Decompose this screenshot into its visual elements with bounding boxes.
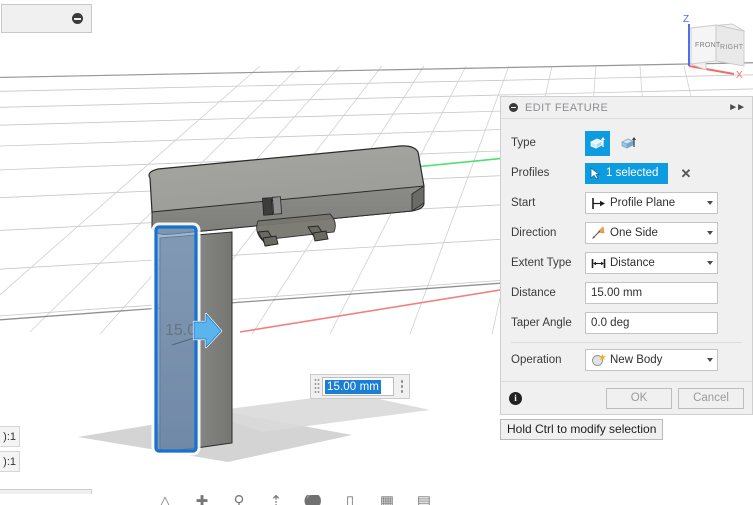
new-body-icon (590, 352, 606, 368)
taper-angle-label: Taper Angle (511, 317, 572, 329)
extent-type-value: Distance (610, 257, 655, 269)
canvas-dimension-text: 15.0 (165, 322, 196, 339)
start-dropdown[interactable]: Profile Plane (585, 192, 718, 214)
viewports-icon[interactable]: ▦ (377, 495, 397, 505)
distance-input[interactable]: 15.00 mm (585, 282, 718, 304)
svg-text:Z: Z (683, 14, 689, 25)
chevron-down-icon[interactable] (707, 201, 713, 205)
row-profiles: Profiles 1 selected ✕ (511, 158, 742, 188)
row-operation: Operation New Body (511, 345, 742, 375)
minus-circle-icon[interactable] (509, 103, 518, 112)
cursor-arrow-icon (590, 166, 601, 180)
pan-icon[interactable]: ✚ (192, 495, 212, 505)
canvas-distance-input[interactable]: 15.00 mm (322, 377, 394, 396)
row-taper-angle: Taper Angle 0.0 deg (511, 308, 742, 338)
profiles-label: Profiles (511, 167, 550, 179)
dialog-body: Type Profiles 1 selected ✕ Start Profile… (501, 119, 752, 381)
orbit-icon[interactable]: △ (155, 495, 175, 505)
taper-angle-input[interactable]: 0.0 deg (585, 312, 718, 334)
direction-dropdown[interactable]: One Side (585, 222, 718, 244)
browser-tree-item-label: ):1 (3, 430, 16, 443)
row-type: Type (511, 128, 742, 158)
canvas-distance-value: 15.00 mm (325, 379, 381, 394)
extrude-profile-icon[interactable] (585, 130, 610, 156)
zoom-icon[interactable]: ⚲ (229, 495, 249, 505)
grid-snap-icon[interactable]: ▯ (340, 495, 360, 505)
direction-value: One Side (610, 227, 658, 239)
browser-tree-item-label: ):1 (3, 455, 16, 468)
canvas-dimension-widget[interactable]: 15.00 mm (310, 374, 410, 399)
operation-dropdown[interactable]: New Body (585, 349, 718, 371)
dialog-divider (511, 342, 742, 343)
bottom-toolbar-icons: △ ✚ ⚲ ⇡ ⚫ ▯ ▦ ▤ (155, 495, 434, 505)
row-distance: Distance 15.00 mm (511, 278, 742, 308)
distance-label: Distance (511, 287, 556, 299)
svg-text:X: X (736, 70, 743, 81)
profiles-chip-text: 1 selected (606, 167, 659, 179)
drag-grip-icon[interactable] (314, 378, 320, 395)
viewport-toolbar-panel[interactable] (1, 4, 92, 33)
type-label: Type (511, 137, 536, 149)
layout-icon[interactable]: ▤ (414, 495, 434, 505)
dialog-title: EDIT FEATURE (525, 101, 609, 114)
browser-tree-item[interactable]: ):1 (0, 426, 20, 447)
chevron-down-icon[interactable] (707, 231, 713, 235)
direction-label: Direction (511, 227, 557, 239)
info-icon[interactable]: i (509, 391, 522, 405)
fit-icon[interactable]: ⇡ (266, 495, 286, 505)
svg-text:FRONT: FRONT (695, 42, 721, 49)
view-cube[interactable]: Z X FRONT RIGHT (672, 4, 753, 84)
display-settings-icon[interactable]: ⚫ (303, 495, 323, 505)
dialog-header[interactable]: EDIT FEATURE ►► (501, 97, 752, 119)
svg-text:RIGHT: RIGHT (720, 44, 744, 51)
more-options-icon[interactable] (400, 379, 405, 394)
row-direction: Direction One Side (511, 218, 742, 248)
start-value: Profile Plane (610, 197, 676, 209)
taper-angle-value: 0.0 deg (591, 317, 630, 329)
distance-value: 15.00 mm (591, 287, 643, 299)
row-start: Start Profile Plane (511, 188, 742, 218)
start-label: Start (511, 197, 536, 209)
distance-arrows-icon (590, 255, 606, 271)
cancel-button[interactable]: Cancel (678, 387, 744, 409)
fusion-360-window: 15.0 Z X FRONT RIGHT):1):1 15.00 mm ED… (0, 0, 753, 505)
one-side-arrow-icon (590, 225, 606, 241)
ok-button[interactable]: OK (606, 387, 672, 409)
operation-value: New Body (610, 354, 663, 366)
extrude-surface-icon[interactable] (616, 131, 641, 156)
close-x-icon[interactable]: ✕ (680, 167, 691, 180)
extent-type-label: Extent Type (511, 257, 572, 269)
chevron-down-icon[interactable] (707, 261, 713, 265)
operation-label: Operation (511, 354, 562, 366)
double-chevron-right-icon[interactable]: ►► (728, 102, 746, 113)
edit-feature-dialog[interactable]: EDIT FEATURE ►► Type Profiles 1 selected… (500, 96, 753, 415)
profile-plane-icon (590, 195, 606, 211)
dialog-footer: i OK Cancel (501, 381, 752, 414)
extent-type-dropdown[interactable]: Distance (585, 252, 718, 274)
profiles-selection-chip[interactable]: 1 selected (585, 162, 669, 184)
browser-tree-item[interactable]: ):1 (0, 451, 20, 472)
selection-hint-tooltip: Hold Ctrl to modify selection (500, 419, 664, 440)
minus-circle-icon[interactable] (72, 13, 83, 24)
row-extent-type: Extent Type Distance (511, 248, 742, 278)
chevron-down-icon[interactable] (707, 358, 713, 362)
